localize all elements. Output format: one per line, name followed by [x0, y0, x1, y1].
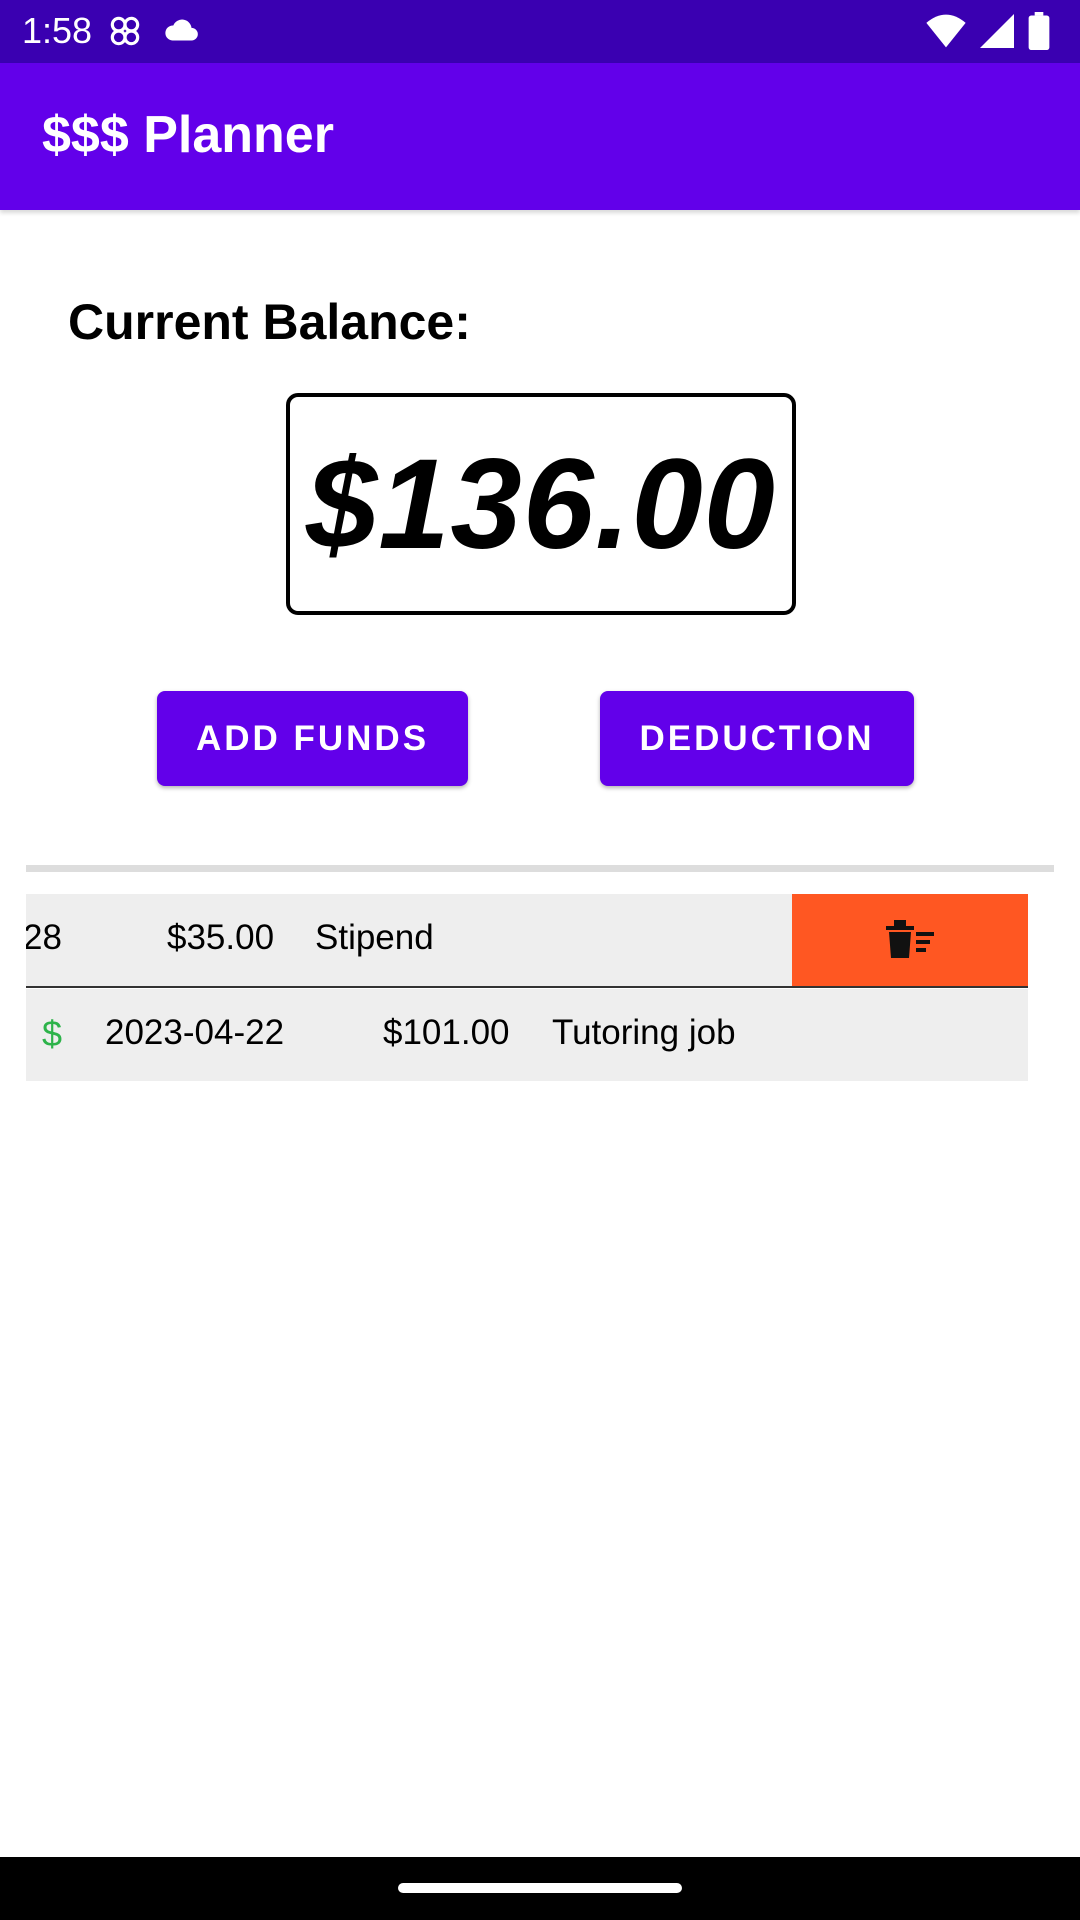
swipe-delete-action[interactable] — [792, 894, 1028, 988]
home-gesture-handle[interactable] — [398, 1883, 682, 1893]
cell-signal-icon — [980, 13, 1014, 54]
cloud-icon — [162, 12, 202, 55]
balance-label: Current Balance: — [68, 294, 471, 350]
deduction-button[interactable]: DEDUCTION — [600, 691, 914, 786]
battery-icon — [1028, 12, 1050, 55]
add-funds-button[interactable]: ADD FUNDS — [157, 691, 468, 786]
status-icons-left — [106, 12, 202, 55]
list-divider — [26, 865, 1054, 872]
pinwheel-icon — [106, 12, 144, 55]
transaction-date: 2023-04-22 — [105, 1013, 285, 1052]
balance-value: $136.00 — [306, 432, 776, 576]
navigation-bar — [0, 1857, 1080, 1920]
wifi-icon — [926, 13, 966, 54]
balance-display: $136.00 — [286, 393, 796, 615]
app-bar: $$$ Planner — [0, 63, 1080, 210]
status-icons-right — [926, 12, 1050, 55]
transaction-date: 28 — [26, 918, 62, 957]
transaction-row[interactable]: $ 2023-04-22 $101.00 Tutoring job — [26, 989, 1028, 1081]
transaction-description: Tutoring job — [552, 1013, 736, 1052]
delete-sweep-icon — [886, 918, 934, 963]
income-dollar-icon: $ — [42, 1013, 63, 1054]
transaction-amount: $101.00 — [383, 1013, 510, 1052]
app-title: $$$ Planner — [42, 106, 334, 164]
transaction-amount: $35.00 — [167, 918, 275, 957]
status-bar: 1:58 — [0, 0, 1080, 63]
transaction-description: Stipend — [315, 918, 434, 957]
status-time: 1:58 — [22, 10, 93, 51]
